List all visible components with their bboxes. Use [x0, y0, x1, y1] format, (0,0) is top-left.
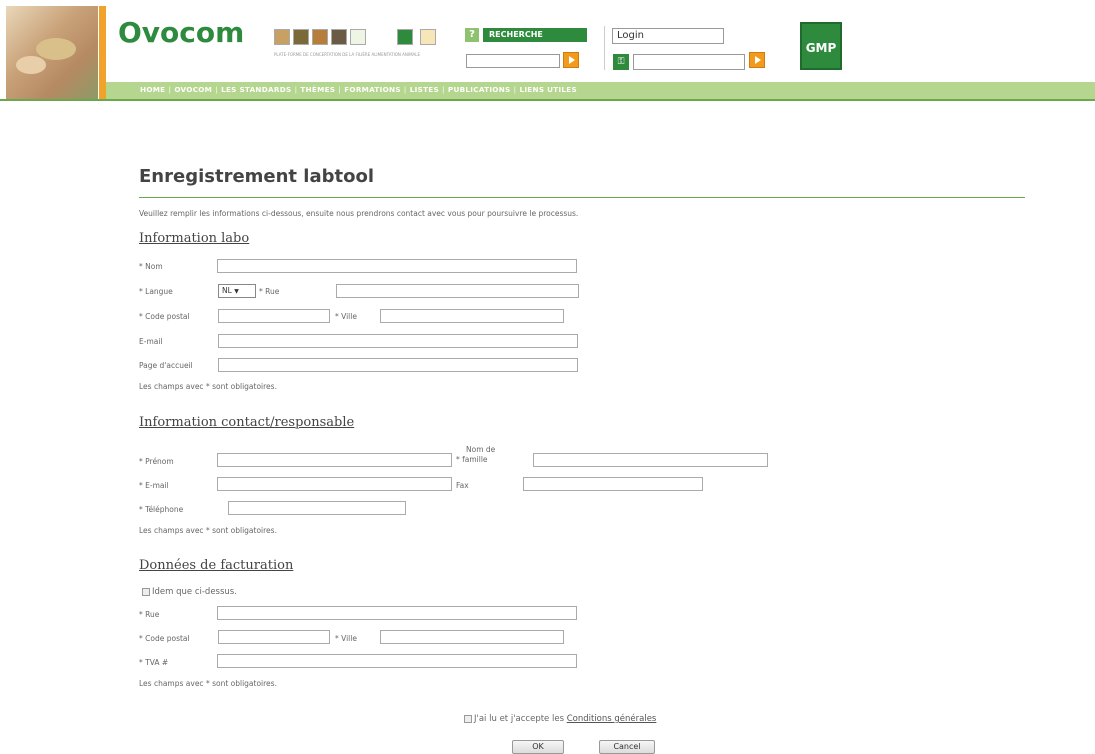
email-label: E-mail	[139, 337, 163, 346]
nav-item-home[interactable]: HOME	[140, 85, 165, 94]
langue-value: NL	[222, 286, 232, 295]
prenom-input[interactable]	[217, 453, 452, 467]
nom-input[interactable]	[217, 259, 577, 273]
login-go-button[interactable]	[749, 52, 765, 68]
login-input[interactable]: Login	[612, 28, 724, 44]
nom-famille-label-line1: Nom de	[466, 445, 496, 454]
category-icon-1[interactable]	[274, 29, 290, 45]
tagline: PLATE-FORME DE CONCERTATION DE LA FILIÈR…	[274, 52, 421, 57]
section-heading-lab: Information labo	[139, 231, 250, 246]
accept-terms-checkbox[interactable]	[464, 715, 472, 723]
contact-email-label: * E-mail	[139, 481, 169, 490]
telephone-input[interactable]	[228, 501, 406, 515]
accept-terms-label: J'ai lu et j'accepte les Conditions géné…	[474, 714, 656, 724]
category-icon-3[interactable]	[312, 29, 328, 45]
intro-text: Veuillez remplir les informations ci-des…	[139, 209, 579, 218]
section-heading-billing: Données de facturation	[139, 558, 294, 573]
nom-famille-label-line2: * famille	[456, 455, 488, 464]
terms-link[interactable]: Conditions générales	[567, 714, 657, 724]
search-go-button[interactable]	[563, 52, 579, 68]
section-heading-contact: Information contact/responsable	[139, 415, 355, 430]
category-icon-4[interactable]	[331, 29, 347, 45]
cancel-button[interactable]: Cancel	[599, 740, 655, 754]
gmp-logo[interactable]: GMP	[800, 22, 842, 70]
category-icon-7[interactable]	[420, 29, 436, 45]
ok-button[interactable]: OK	[512, 740, 564, 754]
category-icon-2[interactable]	[293, 29, 309, 45]
telephone-label: * Téléphone	[139, 505, 184, 514]
billing-ville-input[interactable]	[380, 630, 564, 644]
nav-items: HOME | OVOCOM | LES STANDARDS | THÈMES | FORMATI…	[140, 85, 577, 94]
header-divider	[604, 26, 605, 70]
langue-select[interactable]: NL ▼	[218, 284, 256, 298]
same-as-above-label: Idem que ci-dessus.	[152, 587, 237, 597]
required-note: Les champs avec * sont obligatoires.	[139, 679, 277, 688]
key-icon: ⚿	[613, 54, 629, 70]
required-note: Les champs avec * sont obligatoires.	[139, 382, 277, 391]
billing-rue-label: * Rue	[139, 610, 160, 619]
nav-item-standards[interactable]: LES STANDARDS	[221, 85, 291, 94]
billing-code-postal-input[interactable]	[218, 630, 330, 644]
search-input[interactable]	[466, 54, 560, 68]
billing-rue-input[interactable]	[217, 606, 577, 620]
chevron-down-icon: ▼	[234, 288, 239, 295]
nom-label: * Nom	[139, 262, 163, 271]
prenom-label: * Prénom	[139, 457, 174, 466]
nav-border	[0, 99, 1095, 101]
nav-item-themes[interactable]: THÈMES	[300, 85, 335, 94]
page-accueil-label: Page d'accueil	[139, 361, 193, 370]
category-icon-6[interactable]	[397, 29, 413, 45]
password-input[interactable]	[633, 54, 745, 70]
rue-label: * Rue	[259, 287, 280, 296]
accept-terms-text: J'ai lu et j'accepte les	[474, 714, 564, 724]
ville-label: * Ville	[335, 312, 357, 321]
nav-item-ovocom[interactable]: OVOCOM	[174, 85, 212, 94]
langue-label: * Langue	[139, 287, 173, 296]
nav-item-formations[interactable]: FORMATIONS	[344, 85, 401, 94]
nav-item-publications[interactable]: PUBLICATIONS	[448, 85, 511, 94]
same-as-above-checkbox[interactable]	[142, 588, 150, 596]
fax-input[interactable]	[523, 477, 703, 491]
category-icon-5[interactable]	[350, 29, 366, 45]
search-label: RECHERCHE	[483, 28, 587, 42]
hero-image	[6, 6, 98, 100]
required-note: Les champs avec * sont obligatoires.	[139, 526, 277, 535]
accent-bar	[99, 6, 106, 100]
billing-ville-label: * Ville	[335, 634, 357, 643]
code-postal-input[interactable]	[218, 309, 330, 323]
page-accueil-input[interactable]	[218, 358, 578, 372]
tva-input[interactable]	[217, 654, 577, 668]
page-title: Enregistrement labtool	[139, 166, 375, 187]
rue-input[interactable]	[336, 284, 579, 298]
billing-code-postal-label: * Code postal	[139, 634, 190, 643]
help-icon[interactable]: ?	[465, 28, 479, 42]
tva-label: * TVA #	[139, 658, 169, 667]
fax-label: Fax	[456, 481, 469, 490]
contact-email-input[interactable]	[217, 477, 452, 491]
nav-item-liens[interactable]: LIENS UTILES	[519, 85, 577, 94]
title-divider	[139, 197, 1025, 198]
nav-item-listes[interactable]: LISTES	[410, 85, 439, 94]
email-input[interactable]	[218, 334, 578, 348]
ovocom-logo[interactable]: Ovocom	[118, 16, 244, 49]
ville-input[interactable]	[380, 309, 564, 323]
nom-famille-input[interactable]	[533, 453, 768, 467]
code-postal-label: * Code postal	[139, 312, 190, 321]
